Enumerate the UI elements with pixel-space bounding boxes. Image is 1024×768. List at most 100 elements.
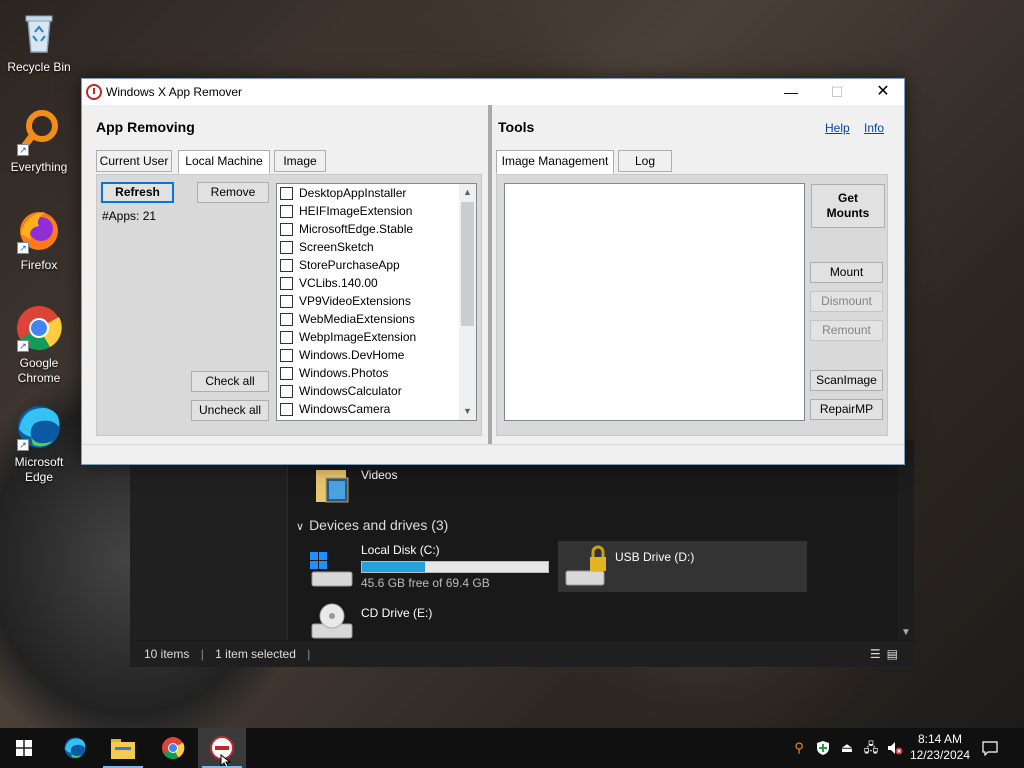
app-list-item[interactable]: VP9VideoExtensions <box>277 292 476 310</box>
app-list-item[interactable]: DesktopAppInstaller <box>277 184 476 202</box>
title-bar[interactable]: Windows X App Remover — ☐ ✕ <box>82 79 904 105</box>
devices-drives-header[interactable]: ∨ Devices and drives (3) <box>296 517 448 533</box>
tab-image[interactable]: Image <box>274 150 326 172</box>
drive-local-disk-c[interactable]: Local Disk (C:) 45.6 GB free of 69.4 GB <box>361 543 549 590</box>
network-icon[interactable]: 🖧 <box>863 740 879 756</box>
footer-divider <box>82 444 904 445</box>
scroll-down-icon[interactable]: ▼ <box>459 403 476 420</box>
window-title: Windows X App Remover <box>106 85 243 99</box>
app-list-item[interactable]: Windows.DevHome <box>277 346 476 364</box>
mounts-list[interactable] <box>504 183 805 421</box>
taskbar-chrome[interactable] <box>149 728 197 768</box>
large-icons-view-icon[interactable]: ▤ <box>887 647 898 661</box>
file-explorer-window[interactable]: ▼ Videos ∨ Devices and drives (3) Local D… <box>130 440 914 667</box>
app-checkbox[interactable] <box>280 186 293 200</box>
app-list-item[interactable]: StorePurchaseApp <box>277 256 476 274</box>
windows-start-icon <box>16 740 32 756</box>
notification-center-icon[interactable] <box>982 740 998 757</box>
repairmp-button[interactable]: RepairMP <box>810 399 883 420</box>
app-checkbox[interactable] <box>280 366 293 380</box>
app-list-item[interactable]: WindowsCamera <box>277 400 476 418</box>
scroll-up-icon[interactable]: ▲ <box>459 184 476 201</box>
taskbar-edge[interactable] <box>51 728 99 768</box>
start-button[interactable] <box>0 728 48 768</box>
scroll-thumb[interactable] <box>461 202 474 326</box>
info-link[interactable]: Info <box>864 121 884 135</box>
app-list-item[interactable]: VCLibs.140.00 <box>277 274 476 292</box>
app-name-label: WebMediaExtensions <box>299 312 415 326</box>
app-checkbox[interactable] <box>280 294 293 308</box>
close-button[interactable]: ✕ <box>860 79 906 105</box>
everything-tray-icon[interactable]: ⚲ <box>791 740 807 756</box>
usb-eject-icon[interactable]: ⏏ <box>839 740 855 756</box>
apps-list-scrollbar[interactable]: ▲ ▼ <box>459 184 476 420</box>
app-removing-title: App Removing <box>96 119 195 135</box>
recycle-bin-icon <box>15 8 63 56</box>
taskbar-file-explorer[interactable] <box>99 728 147 768</box>
folder-label: Videos <box>361 468 398 482</box>
tab-local-machine[interactable]: Local Machine <box>178 150 270 174</box>
app-list-item[interactable]: WebpImageExtension <box>277 328 476 346</box>
app-name-label: MicrosoftEdge.Stable <box>299 222 414 236</box>
app-checkbox[interactable] <box>280 330 293 344</box>
get-mounts-button[interactable]: Get Mounts <box>811 184 885 228</box>
app-checkbox[interactable] <box>280 312 293 326</box>
system-clock[interactable]: 8:14 AM 12/23/2024 <box>910 731 970 763</box>
app-checkbox[interactable] <box>280 204 293 218</box>
help-link[interactable]: Help <box>825 121 850 135</box>
volume-muted-icon[interactable] <box>887 740 903 756</box>
folder-videos[interactable]: Videos <box>361 468 397 482</box>
security-shield-icon[interactable] <box>815 740 831 756</box>
drive-label: USB Drive (D:) <box>615 550 695 564</box>
app-checkbox[interactable] <box>280 276 293 290</box>
app-checkbox[interactable] <box>280 348 293 362</box>
desktop-icon-label: Everything <box>10 160 68 174</box>
app-list-item[interactable]: WebMediaExtensions <box>277 310 476 328</box>
apps-checklist[interactable]: DesktopAppInstaller HEIFImageExtension Mic… <box>276 183 477 421</box>
drive-cd-e[interactable]: CD Drive (E:) <box>361 606 432 620</box>
dismount-button[interactable]: Dismount <box>810 291 883 312</box>
refresh-button[interactable]: Refresh <box>101 182 174 203</box>
maximize-button[interactable]: ☐ <box>814 79 860 105</box>
tab-log[interactable]: Log <box>618 150 672 172</box>
app-remover-window[interactable]: Windows X App Remover — ☐ ✕ App Removing… <box>81 78 905 465</box>
desktop-icon-firefox[interactable]: ↗ Firefox <box>1 206 77 273</box>
drive-usb-d[interactable]: USB Drive (D:) <box>558 541 807 592</box>
tools-title: Tools <box>498 119 535 135</box>
app-checkbox[interactable] <box>280 384 293 398</box>
tab-image-management[interactable]: Image Management <box>496 150 614 174</box>
app-name-label: Windows.Photos <box>299 366 389 380</box>
app-list-item[interactable]: HEIFImageExtension <box>277 202 476 220</box>
explorer-status-bar: 10 items | 1 item selected | ☰ ▤ <box>130 641 914 667</box>
check-all-button[interactable]: Check all <box>191 371 269 392</box>
remount-button[interactable]: Remount <box>810 320 883 341</box>
pane-splitter[interactable] <box>488 105 492 445</box>
view-toggle[interactable]: ☰ ▤ <box>870 647 906 661</box>
minimize-button[interactable]: — <box>768 79 814 105</box>
tab-current-user[interactable]: Current User <box>96 150 172 172</box>
app-checkbox[interactable] <box>280 402 293 416</box>
mount-button[interactable]: Mount <box>810 262 883 283</box>
explorer-scrollbar[interactable]: ▼ <box>898 440 914 640</box>
scanimage-button[interactable]: ScanImage <box>810 370 883 391</box>
taskbar-app-remover[interactable] <box>198 728 246 768</box>
app-list-item[interactable]: MicrosoftEdge.Stable <box>277 220 476 238</box>
app-checkbox[interactable] <box>280 240 293 254</box>
windows-drive-icon <box>310 552 354 590</box>
desktop-icon-chrome[interactable]: ↗ Google Chrome <box>1 304 77 386</box>
scroll-down-icon[interactable]: ▼ <box>901 627 911 638</box>
app-checkbox[interactable] <box>280 258 293 272</box>
details-view-icon[interactable]: ☰ <box>870 647 881 661</box>
app-list-item[interactable]: ScreenSketch <box>277 238 476 256</box>
desktop-icon-recycle-bin[interactable]: Recycle Bin <box>1 8 77 75</box>
app-list-item[interactable]: Windows.Photos <box>277 364 476 382</box>
app-checkbox[interactable] <box>280 222 293 236</box>
cd-drive-icon <box>310 602 354 640</box>
desktop-icon-edge[interactable]: ↗ Microsoft Edge <box>1 403 77 485</box>
shortcut-arrow-icon: ↗ <box>17 144 29 156</box>
navigation-pane[interactable] <box>130 440 288 640</box>
remove-button[interactable]: Remove <box>197 182 269 203</box>
desktop-icon-everything[interactable]: ↗ Everything <box>1 108 77 175</box>
app-list-item[interactable]: WindowsCalculator <box>277 382 476 400</box>
uncheck-all-button[interactable]: Uncheck all <box>191 400 269 421</box>
